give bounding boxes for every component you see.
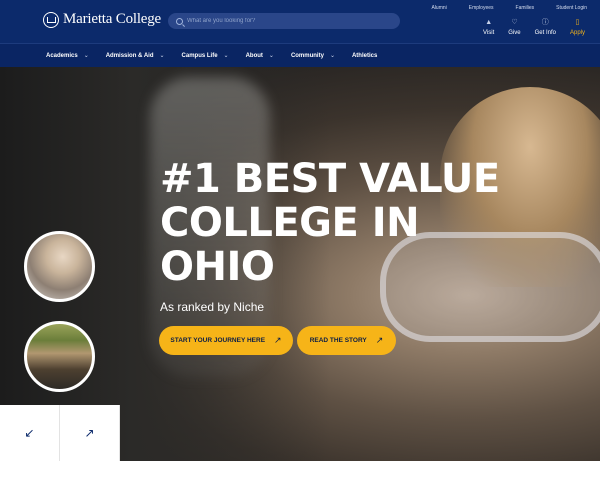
main-nav: Academics ⌄ Admission & Aid ⌄ Campus Life ⌄… — [0, 43, 600, 67]
nav-item-community[interactable]: Community ⌄ — [290, 52, 335, 60]
quick-link-label: Visit — [483, 30, 495, 36]
quick-link-give[interactable]: ♡ Give — [508, 18, 520, 36]
search-input[interactable] — [187, 18, 387, 24]
hero-headline: #1 BEST VALUE COLLEGE IN OHIO — [160, 156, 500, 290]
nav-item-athletics[interactable]: Athletics — [352, 52, 377, 59]
document-icon: ▯ — [575, 19, 580, 26]
quick-link-apply[interactable]: ▯ Apply — [570, 18, 585, 36]
quick-link-label: Get Info — [534, 30, 556, 36]
college-logo[interactable]: Marietta College — [43, 11, 161, 28]
top-header: Marietta College Alumni Employees Famili… — [0, 0, 600, 43]
button-label: START YOUR JOURNEY HERE — [170, 337, 266, 344]
quick-link-visit[interactable]: ▲ Visit — [483, 18, 494, 36]
map-pin-icon: ▲ — [485, 19, 493, 26]
quick-links: ▲ Visit ♡ Give ⓘ Get Info ▯ Apply — [469, 18, 585, 36]
utility-links: Alumni Employees Families Student Login — [409, 5, 587, 11]
utility-link-employees[interactable]: Employees — [469, 5, 494, 11]
nav-item-about[interactable]: About ⌄ — [245, 52, 274, 60]
utility-link-student-login[interactable]: Student Login — [556, 5, 587, 11]
arrow-up-right-icon: ↗ — [375, 335, 384, 345]
nav-item-label: About — [245, 52, 263, 59]
slide-prev-button[interactable]: ↙ — [0, 405, 60, 461]
info-icon: ⓘ — [541, 19, 549, 26]
read-story-button[interactable]: READ THE STORY ↗ — [297, 326, 396, 355]
nav-item-label: Academics — [46, 52, 78, 59]
chevron-down-icon: ⌄ — [329, 53, 335, 59]
arrow-up-right-icon: ↗ — [84, 426, 95, 440]
button-label: READ THE STORY — [309, 337, 367, 344]
search-bar[interactable] — [168, 13, 400, 29]
quick-link-get-info[interactable]: ⓘ Get Info — [535, 18, 556, 36]
nav-item-label: Athletics — [351, 52, 378, 59]
nav-item-label: Admission & Aid — [105, 52, 154, 59]
hero-subtext: As ranked by Niche — [160, 300, 265, 314]
chevron-down-icon: ⌄ — [159, 53, 165, 59]
heart-icon: ♡ — [511, 19, 518, 26]
chevron-down-icon: ⌄ — [223, 53, 229, 59]
nav-item-label: Campus Life — [181, 52, 218, 59]
slide-thumbnail-lab[interactable] — [24, 231, 95, 302]
start-journey-button[interactable]: START YOUR JOURNEY HERE ↗ — [159, 326, 293, 355]
chevron-down-icon: ⌄ — [268, 53, 274, 59]
arrow-up-right-icon: ↗ — [274, 335, 282, 345]
utility-link-alumni[interactable]: Alumni — [431, 5, 446, 11]
college-seal-icon — [43, 11, 59, 28]
slide-next-button[interactable]: ↗ — [60, 405, 120, 461]
arrow-down-left-icon: ↙ — [24, 426, 35, 440]
logo-text: Marietta College — [63, 11, 162, 27]
utility-link-families[interactable]: Families — [516, 5, 535, 11]
nav-item-campus-life[interactable]: Campus Life ⌄ — [181, 52, 229, 60]
nav-item-academics[interactable]: Academics ⌄ — [46, 52, 89, 60]
nav-item-label: Community — [290, 52, 324, 59]
slide-thumbnail-campus[interactable] — [24, 321, 95, 392]
quick-link-label: Apply — [569, 30, 585, 36]
nav-item-admission-aid[interactable]: Admission & Aid ⌄ — [105, 52, 165, 60]
search-icon — [176, 17, 183, 25]
chevron-down-icon: ⌄ — [83, 53, 89, 59]
quick-link-label: Give — [508, 30, 521, 36]
